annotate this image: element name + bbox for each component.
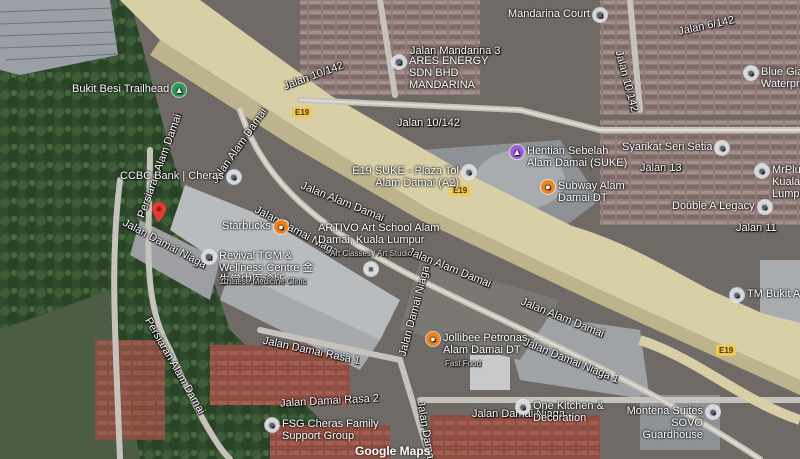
poi-jollibee[interactable]: ● Jollibee Petronas Alam Damai DT (426, 332, 536, 356)
poi-label: Subway Alam Damai DT (558, 180, 625, 204)
poi-category: Chinese Medicine Clinic (221, 277, 307, 286)
building-icon: ● (706, 405, 720, 419)
toll-icon: ● (462, 165, 476, 179)
poi-label: Hentian Sebelah Alam Damai (SUKE) (527, 145, 628, 169)
school-icon: ■ (364, 262, 378, 276)
road-label: Jalan 13 (640, 162, 682, 174)
poi-label: Jollibee Petronas Alam Damai DT (443, 332, 528, 356)
poi-subway[interactable]: ● Subway Alam Damai DT (541, 180, 631, 204)
building-icon: ■ (392, 55, 406, 69)
poi-tm-bukit[interactable]: ● TM Bukit Anggrek (730, 288, 800, 302)
poi-bukit-besi-trailhead[interactable]: Bukit Besi Trailhead ▲ (72, 83, 187, 97)
poi-artivo[interactable]: ARTIVO Art School Alam Damai, Kuala Lump… (318, 222, 468, 246)
business-icon: ● (757, 200, 772, 214)
poi-starbucks[interactable]: Starbucks ● (222, 220, 288, 234)
poi-fsg-cheras[interactable]: ● FSG Cheras Family Support Group (265, 418, 385, 442)
poi-label: Blue Giant Waterproof (761, 66, 800, 90)
poi-label: Double A Legacy (672, 200, 755, 212)
poi-ares-energy[interactable]: ■ ARES ENERGY SDN BHD MANDARINA (392, 55, 502, 91)
building-icon: ■ (592, 8, 607, 22)
road-label: Jalan 10/142 (397, 117, 460, 129)
poi-label: Mandarina Court (508, 8, 590, 20)
poi-label: ARES ENERGY SDN BHD MANDARINA (409, 55, 489, 91)
poi-label: MrPlus Kuala Lumpur (772, 164, 800, 200)
road-label: Jalan 11 (736, 222, 777, 234)
poi-label: E19 SUKE - Plaza Tol Alam Damai (A2) (352, 165, 459, 189)
poi-mandarina-court[interactable]: Mandarina Court ■ (508, 8, 607, 22)
poi-label: Syarikat Seri Setia (622, 141, 713, 153)
poi-label: Montena Suites SOVO Guardhouse (626, 405, 703, 441)
highway-shield: E19 (716, 345, 737, 356)
shop-icon: ● (516, 400, 530, 414)
selected-location-pin-icon[interactable] (152, 202, 166, 222)
poi-double-a-legacy[interactable]: Double A Legacy ● (672, 200, 772, 214)
highway-shield: E19 (292, 107, 313, 118)
satellite-map[interactable]: E19 E19 E19 Jalan 10/142 Jalan 10/142 Ja… (0, 0, 800, 459)
poi-label: TM Bukit Anggrek (747, 288, 800, 300)
business-icon: ● (755, 164, 769, 178)
poi-one-kitchen[interactable]: ● One Kitchen & Decoration (516, 400, 626, 424)
poi-ccbc-bank[interactable]: CCBC Bank | Cheras ● (120, 170, 241, 184)
poi-syarikat-seri-setia[interactable]: Syarikat Seri Setia ● (622, 141, 730, 155)
business-icon: ● (744, 66, 758, 80)
poi-label: One Kitchen & Decoration (533, 400, 604, 424)
poi-label: FSG Cheras Family Support Group (282, 418, 379, 442)
hiking-icon: ▲ (172, 83, 187, 97)
poi-mrplus[interactable]: ● MrPlus Kuala Lumpur (755, 164, 800, 200)
clinic-icon: ■ (202, 250, 216, 264)
rest-area-icon: ▲ (510, 145, 524, 159)
poi-montena-suites[interactable]: ● Montena Suites SOVO Guardhouse (620, 405, 720, 441)
restaurant-icon: ● (541, 180, 555, 194)
poi-label: Bukit Besi Trailhead (72, 83, 170, 95)
business-icon: ● (730, 288, 744, 302)
poi-label: CCBC Bank | Cheras (120, 170, 224, 182)
poi-label: Starbucks (222, 220, 271, 232)
bank-icon: ● (226, 170, 241, 184)
google-maps-attribution: Google Maps (355, 444, 431, 458)
poi-category: Fast Food (445, 359, 482, 368)
poi-plaza-tol[interactable]: ● E19 SUKE - Plaza Tol Alam Damai (A2) (346, 165, 476, 189)
restaurant-icon: ● (426, 332, 440, 346)
poi-hentian-sebelah[interactable]: ▲ Hentian Sebelah Alam Damai (SUKE) (510, 145, 630, 169)
group-icon: ● (265, 418, 279, 432)
poi-category: Art Classes / Art Studio (330, 249, 413, 258)
cafe-icon: ● (273, 220, 288, 234)
poi-label: ARTIVO Art School Alam Damai, Kuala Lump… (318, 222, 440, 246)
poi-blue-giant[interactable]: ● Blue Giant Waterproof (744, 66, 800, 90)
business-icon: ● (715, 141, 730, 155)
